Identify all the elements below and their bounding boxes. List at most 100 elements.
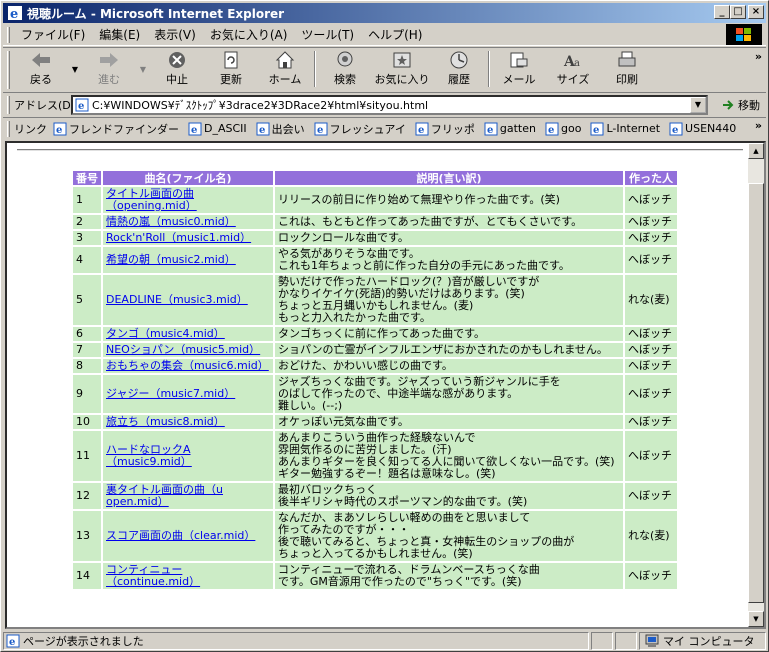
svg-text:e: e <box>78 101 84 112</box>
links-grip[interactable] <box>7 120 10 137</box>
song-link[interactable]: NEOショパン（music5.mid） <box>106 343 260 356</box>
scroll-up-button[interactable]: ▲ <box>748 143 764 159</box>
song-link[interactable]: 情熱の嵐（music0.mid） <box>106 215 236 228</box>
address-dropdown[interactable]: ▼ <box>690 97 706 113</box>
song-title-cell: スコア画面の曲（clear.mid） <box>103 511 273 561</box>
mail-icon <box>510 52 528 68</box>
table-row: 3 Rock'n'Roll（music1.mid） ロックンロールな曲です。 へぼッチ <box>73 231 677 245</box>
toolbar-grip[interactable] <box>7 51 10 89</box>
link-fresheye[interactable]: e フレッシュアイ <box>314 121 406 137</box>
song-description: オケっぽい元気な曲です。 <box>275 415 623 429</box>
song-description: あんまりこういう曲作った経験ないんで 雰囲気作るのに苦労しました。(汗) あんまりギ… <box>275 431 623 481</box>
favorites-icon <box>393 52 411 68</box>
close-button[interactable]: × <box>748 5 764 19</box>
search-label: 検索 <box>334 73 356 86</box>
back-dropdown[interactable]: ▼ <box>68 48 82 90</box>
svg-text:e: e <box>9 637 15 648</box>
size-button[interactable]: Aa サイズ <box>546 48 600 90</box>
link-label: goo <box>560 122 582 135</box>
mail-label: メール <box>502 73 536 86</box>
song-link[interactable]: 旅立ち（music8.mid） <box>106 415 225 428</box>
menu-edit[interactable]: 編集(E) <box>92 24 147 45</box>
home-button[interactable]: ホーム <box>258 48 312 90</box>
refresh-button[interactable]: 更新 <box>204 48 258 90</box>
table-header-row: 番号 曲名(ファイル名) 説明(言い訳) 作った人 <box>73 171 677 185</box>
link-label: D_ASCII <box>204 122 247 135</box>
song-title-cell: 希望の朝（music2.mid） <box>103 247 273 273</box>
menu-view[interactable]: 表示(V) <box>147 24 203 45</box>
song-link[interactable]: 希望の朝（music2.mid） <box>106 253 236 266</box>
home-label: ホーム <box>268 73 302 86</box>
go-button[interactable]: 移動 <box>722 97 760 113</box>
link-page-icon: e <box>415 122 429 136</box>
stop-button[interactable]: 中止 <box>150 48 204 90</box>
link-deai[interactable]: e 出会い <box>256 121 305 137</box>
mail-button[interactable]: メール <box>492 48 546 90</box>
song-link[interactable]: タイトル画面の曲（opening.mid） <box>106 187 197 212</box>
song-description: やる気がありそうな曲です。 これも1年ちょっと前に作った自分の手元にあった曲です。 <box>275 247 623 273</box>
table-row: 1 タイトル画面の曲（opening.mid） リリースの前日に作り始めて無理やり作… <box>73 187 677 213</box>
title-bar: e 視聴ルーム - Microsoft Internet Explorer _ … <box>3 3 766 23</box>
search-icon <box>337 51 353 67</box>
link-page-icon: e <box>256 122 270 136</box>
forward-button[interactable]: 進む <box>82 48 136 90</box>
song-link[interactable]: Rock'n'Roll（music1.mid） <box>106 231 251 244</box>
scroll-thumb[interactable] <box>748 183 764 603</box>
song-title-cell: Rock'n'Roll（music1.mid） <box>103 231 273 245</box>
address-grip[interactable] <box>7 95 10 114</box>
refresh-icon <box>224 51 238 69</box>
song-number: 3 <box>73 231 101 245</box>
song-link[interactable]: スコア画面の曲（clear.mid） <box>106 529 255 542</box>
menu-favorites[interactable]: お気に入り(A) <box>203 24 295 45</box>
maximize-button[interactable]: □ <box>730 5 746 19</box>
print-button[interactable]: 印刷 <box>600 48 654 90</box>
song-link[interactable]: コンティニュー（continue.mid） <box>106 563 200 588</box>
history-button[interactable]: 履歴 <box>432 48 486 90</box>
description-line: ロックンロールな曲です。 <box>278 231 409 244</box>
link-flippo[interactable]: e フリッポ <box>415 121 475 137</box>
menu-help[interactable]: ヘルプ(H) <box>361 24 429 45</box>
song-link[interactable]: ジャジー（music7.mid） <box>106 387 235 400</box>
song-link[interactable]: ハードなロックA（music9.mid） <box>106 443 192 468</box>
song-author: れな(麦) <box>625 511 677 561</box>
link-gatten[interactable]: e gatten <box>484 122 536 136</box>
song-description: リリースの前日に作り始めて無理やり作った曲です。(笑) <box>275 187 623 213</box>
forward-dropdown[interactable]: ▼ <box>136 48 150 90</box>
link-label: gatten <box>499 122 536 135</box>
forward-label: 進む <box>98 73 120 86</box>
scroll-down-button[interactable]: ▼ <box>748 611 764 627</box>
song-link[interactable]: タンゴ（music4.mid） <box>106 327 225 340</box>
menu-grip[interactable] <box>7 26 10 43</box>
menu-file[interactable]: ファイル(F) <box>14 24 92 45</box>
vertical-scrollbar[interactable]: ▲ ▼ <box>748 143 764 627</box>
toolbar-more-chevron[interactable]: » <box>755 50 762 63</box>
menu-tools[interactable]: ツール(T) <box>294 24 361 45</box>
font-size-icon: Aa <box>563 54 580 70</box>
toolbar-separator <box>314 51 316 87</box>
status-text: ページが表示されました <box>23 635 144 648</box>
song-link[interactable]: DEADLINE（music3.mid） <box>106 293 248 306</box>
song-link[interactable]: 裏タイトル画面の曲（u open.mid） <box>106 483 223 508</box>
song-number: 5 <box>73 275 101 325</box>
song-number: 12 <box>73 483 101 509</box>
back-button[interactable]: 戻る <box>14 48 68 90</box>
table-row: 2 情熱の嵐（music0.mid） これは、もともと作ってあった曲ですが、とてもく… <box>73 215 677 229</box>
description-line: もっと力入れたかった曲です。 <box>278 311 431 324</box>
link-page-icon: e <box>314 122 328 136</box>
table-row: 7 NEOショパン（music5.mid） ショパンの亡霊がインフルエンザにおかされ… <box>73 343 677 357</box>
links-more-chevron[interactable]: » <box>755 119 762 132</box>
link-l-internet[interactable]: e L-Internet <box>590 122 660 136</box>
song-title-cell: ハードなロックA（music9.mid） <box>103 431 273 481</box>
link-goo[interactable]: e goo <box>545 122 581 136</box>
link-d-ascii[interactable]: e D_ASCII <box>188 122 247 136</box>
search-button[interactable]: 検索 <box>318 48 372 90</box>
song-link[interactable]: おもちゃの集会（music6.mid） <box>106 359 269 372</box>
windows-logo <box>726 24 762 45</box>
link-friend-finder[interactable]: e フレンドファインダー <box>53 121 179 137</box>
favorites-button[interactable]: お気に入り <box>372 48 432 90</box>
svg-text:e: e <box>56 125 62 136</box>
minimize-button[interactable]: _ <box>714 5 730 19</box>
link-usen440[interactable]: e USEN440 <box>669 122 736 136</box>
address-value: C:¥WINDOWS¥ﾃﾞｽｸﾄｯﾌﾟ¥3drace2¥3DRace2¥html… <box>92 99 429 112</box>
address-input[interactable]: e C:¥WINDOWS¥ﾃﾞｽｸﾄｯﾌﾟ¥3drace2¥3DRace2¥ht… <box>71 95 708 115</box>
